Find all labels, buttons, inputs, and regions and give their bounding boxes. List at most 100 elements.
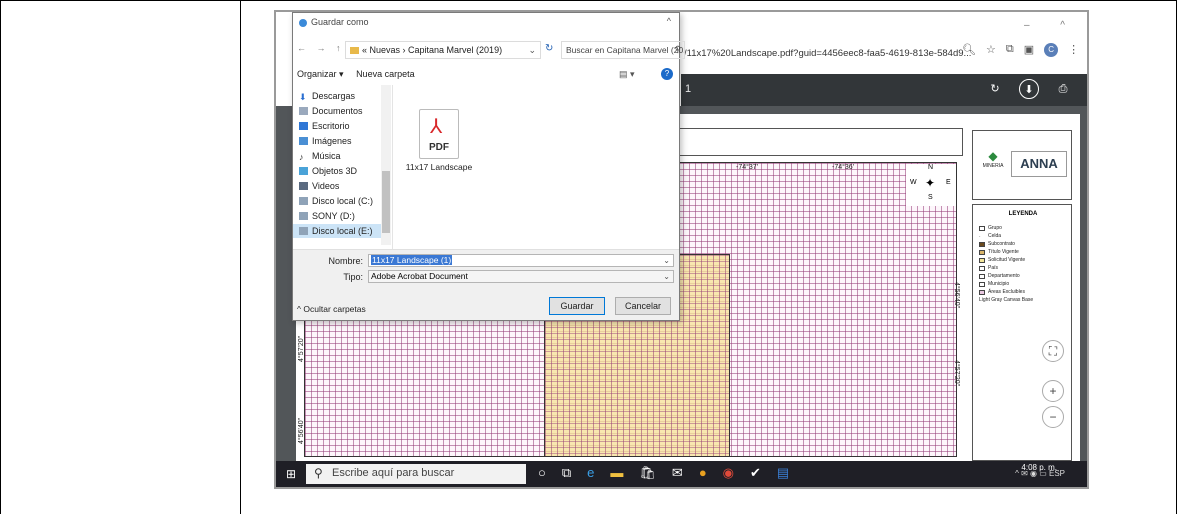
- chrome-icon[interactable]: ◉: [723, 465, 734, 481]
- mail-icon[interactable]: ✉: [672, 465, 683, 481]
- legend-item: Light Gray Canvas Base: [979, 297, 1034, 303]
- zoom-in-button[interactable]: +: [1042, 380, 1064, 402]
- help-icon[interactable]: ?: [661, 68, 673, 80]
- search-icon: ⚲: [674, 44, 681, 54]
- legend-item: Grupo: [979, 225, 1002, 231]
- file-explorer-icon[interactable]: ▬: [610, 465, 623, 481]
- windows-start-icon[interactable]: ⊞: [286, 467, 300, 481]
- legend-item: Áreas Excluibles: [979, 289, 1025, 295]
- browser-toolbar-icons: 🔍︎ ☆ ⧉ ▣ C ⋮: [962, 43, 1079, 57]
- nav-item-drive-e[interactable]: Disco local (E:): [293, 224, 385, 238]
- legend-item: Título Vigente: [979, 249, 1019, 255]
- chevron-down-icon: ⌄: [663, 272, 670, 281]
- save-button[interactable]: Guardar: [549, 297, 605, 315]
- zoom-icon[interactable]: 🔍︎: [962, 43, 976, 57]
- file-item[interactable]: ⅄ PDF 11x17 Landscape: [403, 109, 475, 172]
- nav-item-drive-c[interactable]: Disco local (C:): [299, 194, 385, 208]
- nav-item-documents[interactable]: Documentos: [299, 104, 385, 118]
- legend-item: · Celda: [979, 233, 1002, 240]
- desktop-icon: [299, 122, 308, 130]
- chrome-icon: [299, 18, 307, 27]
- legend-item: Solicitud Vigente: [979, 257, 1025, 263]
- table-border-top: [0, 0, 1177, 1]
- app-icon[interactable]: ●: [699, 465, 707, 481]
- nav-arrows[interactable]: ← → ↑: [297, 43, 345, 53]
- refresh-icon[interactable]: ↻: [545, 43, 553, 54]
- address-bar[interactable]: /11x17%20Landscape.pdf?guid=4456eec8-faa…: [684, 48, 974, 59]
- coord-left-2: 4°56'40": [298, 417, 305, 444]
- compass-s: S: [928, 194, 933, 201]
- organize-menu[interactable]: Organizar ▾: [297, 69, 344, 79]
- ministry-logo-text: MINERIA: [982, 163, 1004, 169]
- legend-item: País: [979, 265, 998, 271]
- hide-folders-toggle[interactable]: ^ Ocultar carpetas: [297, 304, 366, 314]
- table-border-left: [0, 0, 1, 514]
- folder-search-input[interactable]: Buscar en Capitana Marvel (20... ⚲: [561, 41, 685, 59]
- search-icon: ⚲: [314, 466, 323, 480]
- profile-icon[interactable]: C: [1044, 43, 1059, 57]
- logo-box: ◆ MINERIA ANNA: [972, 130, 1072, 200]
- dialog-nav-row: ← → ↑ « Nuevas › Capitana Marvel (2019) ⌄…: [297, 41, 685, 59]
- music-icon: ♪: [299, 152, 304, 162]
- pdf-toolbar: 1 ↻ ⬇ ⎙: [681, 74, 1087, 106]
- coord-right-2: 4°57'20": [953, 360, 960, 387]
- download-icon[interactable]: ⬇: [1019, 79, 1039, 99]
- task-view-icon[interactable]: ⧉: [562, 465, 571, 481]
- coord-left-1: 4°57'20": [298, 335, 305, 362]
- embedded-screenshot: – ^ /11x17%20Landscape.pdf?guid=4456eec8…: [274, 10, 1089, 489]
- cortana-icon[interactable]: ○: [538, 465, 546, 481]
- nav-item-downloads[interactable]: ⬇ Descargas: [299, 89, 385, 103]
- coord-top-2: -74°36': [832, 164, 855, 171]
- documents-icon: [299, 107, 308, 115]
- name-label: Nombre:: [328, 256, 363, 266]
- legend-title: LEYENDA: [1008, 211, 1038, 217]
- extension-icon[interactable]: ⧉: [1006, 43, 1014, 57]
- legend-item: Departamento: [979, 273, 1020, 279]
- type-label: Tipo:: [343, 272, 363, 282]
- cancel-button[interactable]: Cancelar: [615, 297, 671, 315]
- nav-item-3d-objects[interactable]: Objetos 3D: [299, 164, 385, 178]
- app-icon[interactable]: ✔: [750, 465, 761, 481]
- breadcrumb[interactable]: « Nuevas › Capitana Marvel (2019) ⌄: [345, 41, 541, 59]
- folder-icon: [350, 47, 359, 55]
- clock[interactable]: 4:08 p. m.: [1021, 463, 1057, 472]
- fit-page-button[interactable]: ⛶: [1042, 340, 1064, 362]
- print-icon[interactable]: ⎙: [1053, 79, 1073, 99]
- pdf-file-icon: ⅄ PDF: [419, 109, 459, 159]
- acrobat-icon: ⅄: [430, 116, 443, 138]
- nav-item-videos[interactable]: Videos: [299, 179, 385, 193]
- compass-icon: ✦: [925, 176, 936, 190]
- coord-top-1: -74°37': [736, 164, 759, 171]
- window-controls[interactable]: – ^: [1024, 20, 1079, 31]
- file-type-select[interactable]: Adobe Acrobat Document ⌄: [368, 270, 674, 283]
- tab-icon[interactable]: ▣: [1024, 43, 1034, 57]
- dialog-close-button[interactable]: ^: [667, 16, 671, 26]
- nav-item-pictures[interactable]: Imágenes: [299, 134, 385, 148]
- nav-scrollbar[interactable]: [381, 85, 391, 245]
- page-counter: 1: [685, 83, 692, 95]
- videos-icon: [299, 182, 308, 190]
- new-folder-button[interactable]: Nueva carpeta: [356, 69, 415, 79]
- taskbar-search-input[interactable]: ⚲ Escribe aquí para buscar: [306, 464, 526, 484]
- drive-icon: [299, 197, 308, 205]
- nav-item-music[interactable]: ♪ Música: [299, 149, 385, 163]
- scrollbar-thumb[interactable]: [382, 171, 390, 233]
- dialog-title: Guardar como: [299, 17, 369, 27]
- chevron-down-icon: ⌄: [663, 256, 670, 265]
- app-icon[interactable]: ▤: [777, 465, 789, 481]
- nav-item-drive-d[interactable]: SONY (D:): [299, 209, 385, 223]
- star-icon[interactable]: ☆: [986, 43, 996, 57]
- pdf-file-label: PDF: [429, 142, 449, 153]
- zoom-out-button[interactable]: −: [1042, 406, 1064, 428]
- 3d-objects-icon: [299, 167, 308, 175]
- rotate-icon[interactable]: ↻: [985, 79, 1005, 99]
- edge-icon[interactable]: e: [587, 465, 594, 481]
- compass-n: N: [928, 164, 934, 171]
- store-icon[interactable]: 🛍︎: [639, 465, 656, 481]
- nav-item-desktop[interactable]: Escritorio: [299, 119, 385, 133]
- view-options-icon[interactable]: ▤ ▾: [619, 69, 635, 80]
- menu-icon[interactable]: ⋮: [1068, 43, 1079, 57]
- dialog-toolbar: Organizar ▾ Nueva carpeta ▤ ▾ ?: [297, 68, 677, 83]
- ministry-logo: ◆ MINERIA: [979, 149, 1007, 179]
- file-name-input[interactable]: 11x17 Landscape (1) ⌄: [368, 254, 674, 267]
